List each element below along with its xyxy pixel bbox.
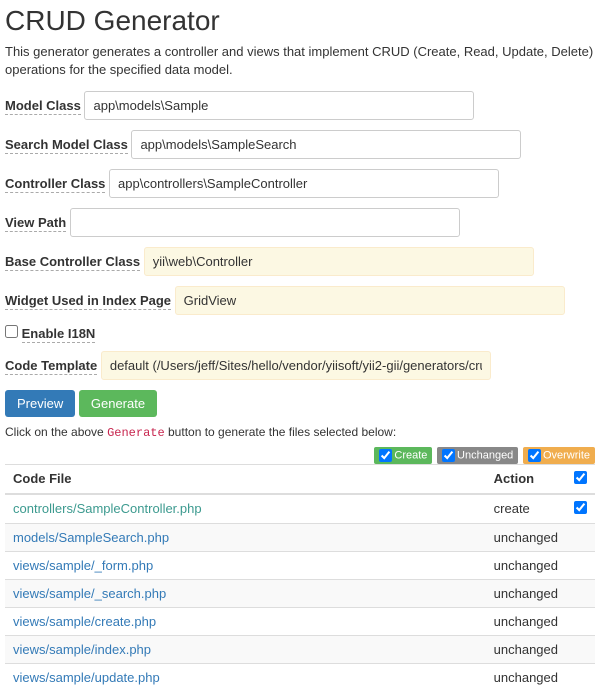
file-link[interactable]: models/SampleSearch.php (13, 530, 169, 545)
file-link[interactable]: controllers/SampleController.php (13, 501, 202, 516)
row-checkbox[interactable] (574, 501, 587, 514)
controller-class-label: Controller Class (5, 176, 105, 193)
file-link[interactable]: views/sample/create.php (13, 614, 156, 629)
col-header-file: Code File (5, 464, 486, 494)
model-class-input[interactable] (84, 91, 474, 120)
table-row: controllers/SampleController.php create (5, 494, 595, 524)
preview-button[interactable]: Preview (5, 390, 75, 417)
code-template-label: Code Template (5, 358, 97, 375)
file-link[interactable]: views/sample/_form.php (13, 558, 153, 573)
legend-create[interactable]: Create (374, 447, 432, 464)
action-cell: unchanged (486, 579, 566, 607)
action-cell: create (486, 494, 566, 524)
search-model-class-input[interactable] (131, 130, 521, 159)
code-template-input[interactable] (101, 351, 491, 380)
table-row: views/sample/create.php unchanged (5, 607, 595, 635)
enable-i18n-label: Enable I18N (22, 326, 96, 343)
col-header-action: Action (486, 464, 566, 494)
table-row: views/sample/_search.php unchanged (5, 579, 595, 607)
table-row: views/sample/index.php unchanged (5, 635, 595, 663)
table-row: views/sample/update.php unchanged (5, 663, 595, 691)
legend-overwrite[interactable]: Overwrite (523, 447, 595, 464)
controller-class-input[interactable] (109, 169, 499, 198)
action-cell: unchanged (486, 635, 566, 663)
file-link[interactable]: views/sample/update.php (13, 670, 160, 685)
base-controller-class-label: Base Controller Class (5, 254, 140, 271)
base-controller-class-input[interactable] (144, 247, 534, 276)
view-path-label: View Path (5, 215, 66, 232)
widget-label: Widget Used in Index Page (5, 293, 171, 310)
legend-unchanged[interactable]: Unchanged (437, 447, 518, 464)
file-link[interactable]: views/sample/_search.php (13, 586, 166, 601)
widget-input[interactable] (175, 286, 565, 315)
action-cell: unchanged (486, 523, 566, 551)
model-class-label: Model Class (5, 98, 81, 115)
view-path-input[interactable] (70, 208, 460, 237)
action-cell: unchanged (486, 551, 566, 579)
action-cell: unchanged (486, 663, 566, 691)
check-all[interactable] (574, 471, 587, 484)
legend: Create Unchanged Overwrite (5, 446, 595, 464)
action-cell: unchanged (486, 607, 566, 635)
table-row: views/sample/_form.php unchanged (5, 551, 595, 579)
search-model-class-label: Search Model Class (5, 137, 128, 154)
enable-i18n-checkbox[interactable] (5, 325, 18, 338)
generate-button[interactable]: Generate (79, 390, 157, 417)
generate-hint: Click on the above Generate button to ge… (5, 425, 595, 440)
files-table: Code File Action controllers/SampleContr… (5, 464, 595, 691)
table-row: models/SampleSearch.php unchanged (5, 523, 595, 551)
page-title: CRUD Generator (5, 5, 595, 37)
file-link[interactable]: views/sample/index.php (13, 642, 151, 657)
col-header-check (566, 464, 595, 494)
page-description: This generator generates a controller an… (5, 43, 595, 79)
